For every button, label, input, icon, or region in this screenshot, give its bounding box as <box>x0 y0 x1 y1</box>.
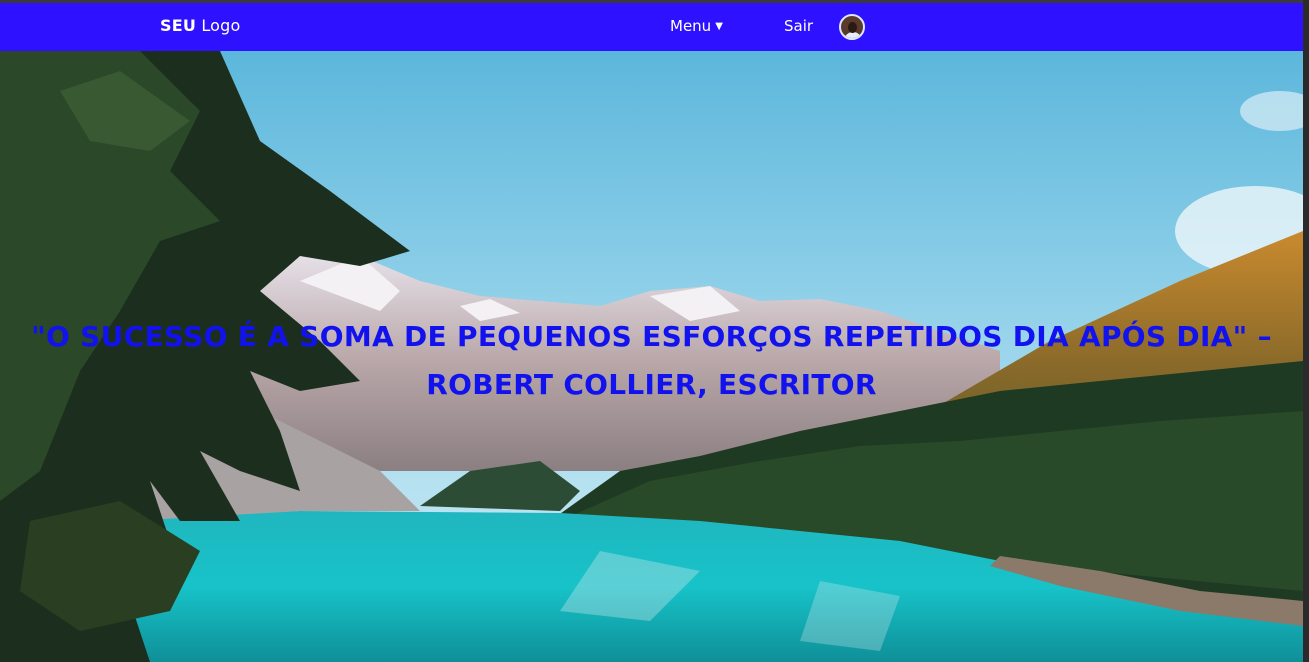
logo-bold-text: SEU <box>160 16 197 35</box>
avatar-face <box>848 22 857 33</box>
quote-line-1: "O SUCESSO É A SOMA DE PEQUENOS ESFORÇOS… <box>31 320 1272 353</box>
navbar: SEU Logo Menu ▼ Sair <box>0 3 1303 51</box>
quote-line-2: ROBERT COLLIER, ESCRITOR <box>426 368 877 401</box>
logout-link[interactable]: Sair <box>784 17 813 35</box>
window-edge <box>1303 0 1309 662</box>
avatar-shirt <box>844 32 862 38</box>
logo-text: Logo <box>201 16 241 35</box>
user-avatar[interactable] <box>839 14 865 40</box>
menu-dropdown[interactable]: Menu ▼ <box>670 17 723 35</box>
menu-label: Menu <box>670 17 712 35</box>
site-logo[interactable]: SEU Logo <box>160 16 241 35</box>
browser-viewport: SEU Logo Menu ▼ Sair "O SUCESSO É A SOMA… <box>0 3 1303 662</box>
hero-quote: "O SUCESSO É A SOMA DE PEQUENOS ESFORÇOS… <box>0 313 1303 409</box>
caret-down-icon: ▼ <box>715 20 723 32</box>
